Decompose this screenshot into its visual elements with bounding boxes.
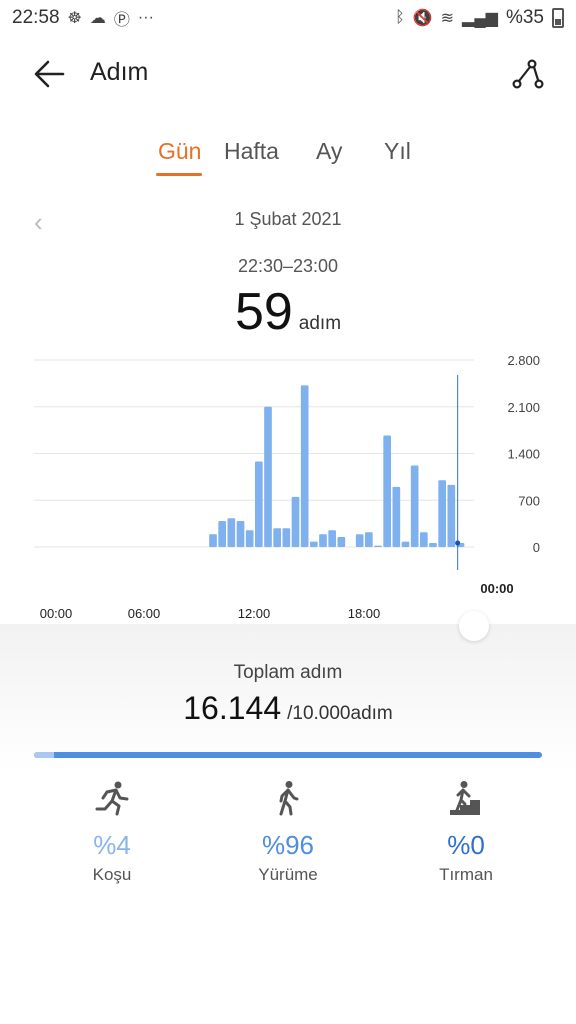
stat-walking: %96 Yürüme [218, 780, 358, 885]
bar [291, 496, 300, 547]
x-tick-label: 12:00 [238, 606, 271, 621]
climbing-icon [450, 781, 480, 815]
period-tabs: Gün Hafta Ay Yıl [0, 138, 576, 182]
walking-icon [279, 781, 299, 816]
x-tick-label: 06:00 [128, 606, 161, 621]
app-bar: Adım [0, 48, 576, 100]
x-tick-label: 18:00 [348, 606, 381, 621]
stat-climbing: %0 Tırman [396, 780, 536, 885]
steps-bar-chart[interactable]: 2.800 2.100 1.400 700 0 00:00 06:00 12:00 18:00 0… [0, 340, 576, 630]
date-navigator: ‹ 1 Şubat 2021 [0, 205, 576, 237]
bar [392, 486, 401, 547]
running-share-segment [34, 752, 55, 758]
bar [429, 542, 437, 547]
bar [209, 534, 217, 547]
selected-time-range: 22:30–23:00 [237, 256, 339, 276]
bar [300, 385, 309, 547]
bluetooth-icon: ᛒ [395, 9, 405, 26]
bar [319, 534, 327, 547]
back-arrow-icon[interactable] [32, 56, 68, 92]
steps-goal: /10.000adım [287, 703, 393, 724]
chart-scrubber-handle[interactable] [459, 611, 489, 641]
bar [218, 520, 226, 547]
bar [255, 461, 263, 547]
y-tick-label: 700 [518, 493, 540, 508]
tab-month[interactable]: Ay [316, 138, 342, 165]
cloud-icon: ☁ [89, 10, 106, 27]
running-icon [95, 781, 129, 816]
tab-day[interactable]: Gün [158, 138, 201, 165]
climbing-percent: %0 [447, 830, 485, 860]
bar [365, 532, 373, 547]
total-steps-label: Toplam adım [233, 662, 343, 683]
bar [273, 528, 281, 547]
bar [420, 532, 428, 547]
bar [310, 541, 318, 547]
y-tick-label: 2.100 [507, 400, 540, 415]
goal-progress-bar [34, 752, 542, 758]
page-title: Adım [90, 58, 149, 86]
bar [383, 435, 391, 547]
tab-week[interactable]: Hafta [224, 138, 279, 165]
battery-percent: %35 [505, 7, 544, 28]
meditation-icon: ☸ [67, 10, 82, 27]
bar [355, 534, 364, 547]
selected-x-tick-label: 00:00 [480, 581, 513, 596]
more-notifications-icon: ··· [137, 9, 154, 26]
wifi-icon: ≋ [440, 10, 455, 27]
selected-point [455, 540, 461, 546]
climbing-label: Tırman [439, 865, 493, 884]
pinterest-icon: Ⓟ [113, 12, 130, 29]
bar [245, 530, 254, 547]
signal-icon: ▂▄▆ [462, 10, 498, 27]
status-time: 22:58 [12, 7, 60, 28]
bar [447, 484, 456, 547]
selected-step-count: 59 adım [0, 282, 576, 342]
route-icon[interactable] [510, 56, 546, 92]
active-tab-indicator [156, 173, 202, 176]
date-label: 1 Şubat 2021 [234, 209, 342, 229]
status-bar: 22:58 ☸ ☁ Ⓟ ··· ᛒ 🔇 ≋ ▂▄▆ %35 [0, 0, 576, 36]
bar [401, 541, 410, 547]
y-tick-label: 1.400 [507, 447, 540, 462]
x-tick-label: 00:00 [40, 606, 73, 621]
selected-steps-value: 59 [234, 283, 293, 341]
bar [374, 545, 382, 547]
bar [236, 520, 245, 547]
y-tick-label: 0 [533, 540, 540, 555]
running-percent: %4 [93, 830, 131, 860]
bar [438, 480, 446, 547]
bar [227, 518, 236, 547]
total-steps: 16.144/10.000adım [0, 690, 576, 727]
battery-icon [552, 8, 564, 28]
mute-icon: 🔇 [412, 10, 433, 27]
walking-label: Yürüme [258, 865, 318, 884]
bar [264, 406, 272, 547]
tab-year[interactable]: Yıl [384, 138, 411, 165]
y-tick-label: 2.800 [507, 353, 540, 368]
bar [328, 530, 336, 547]
selected-steps-unit: adım [298, 313, 342, 334]
bar [410, 465, 419, 547]
stat-running: %4 Koşu [42, 780, 182, 885]
bar [282, 528, 291, 547]
total-steps-value: 16.144 [183, 690, 282, 726]
walking-percent: %96 [261, 830, 315, 860]
bar [337, 536, 346, 547]
running-label: Koşu [92, 865, 132, 884]
